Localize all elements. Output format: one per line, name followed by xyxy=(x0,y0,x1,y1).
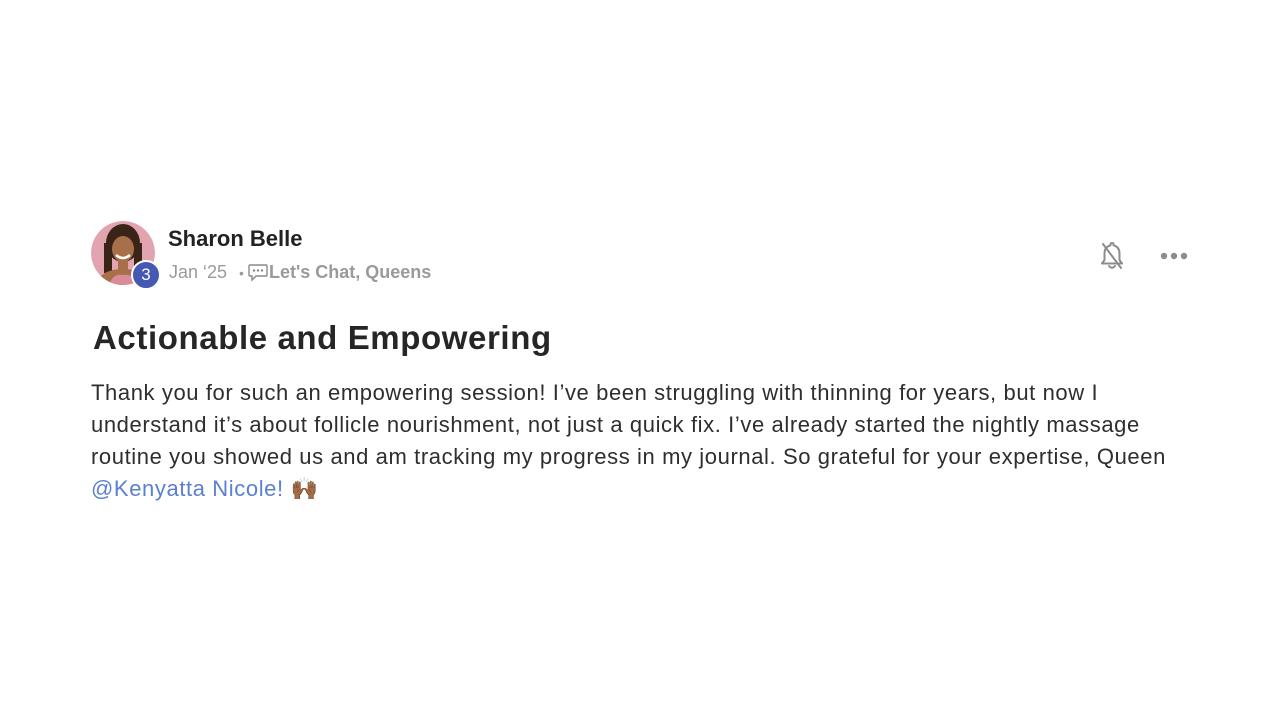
raised-hands-emoji: 🙌🏾 xyxy=(290,476,319,501)
post-body-text: Thank you for such an empowering session… xyxy=(91,380,1166,469)
more-options-button[interactable] xyxy=(1157,239,1191,273)
post-actions xyxy=(1095,239,1191,273)
bell-off-icon xyxy=(1101,242,1123,269)
level-badge: 3 xyxy=(131,260,161,290)
post-header: 3 Sharon Belle Jan ‘25 • Let's Chat, Que… xyxy=(91,221,1191,291)
author-avatar[interactable]: 3 xyxy=(91,221,161,290)
meta-separator: • xyxy=(239,264,244,281)
post-body: Thank you for such an empowering session… xyxy=(91,377,1176,505)
post-title: Actionable and Empowering xyxy=(93,319,552,356)
category-link[interactable]: Let's Chat, Queens xyxy=(269,262,431,283)
notifications-toggle-button[interactable] xyxy=(1095,239,1129,273)
user-mention-link[interactable]: @Kenyatta Nicole! xyxy=(91,476,284,501)
post-date: Jan ‘25 xyxy=(169,262,228,282)
more-horizontal-icon xyxy=(1160,252,1188,260)
author-name[interactable]: Sharon Belle xyxy=(168,226,302,252)
post-meta: Jan ‘25 • Let's Chat, Queens xyxy=(169,262,431,283)
post-card: 3 Sharon Belle Jan ‘25 • Let's Chat, Que… xyxy=(91,221,1191,505)
speech-bubble-icon xyxy=(248,263,268,282)
